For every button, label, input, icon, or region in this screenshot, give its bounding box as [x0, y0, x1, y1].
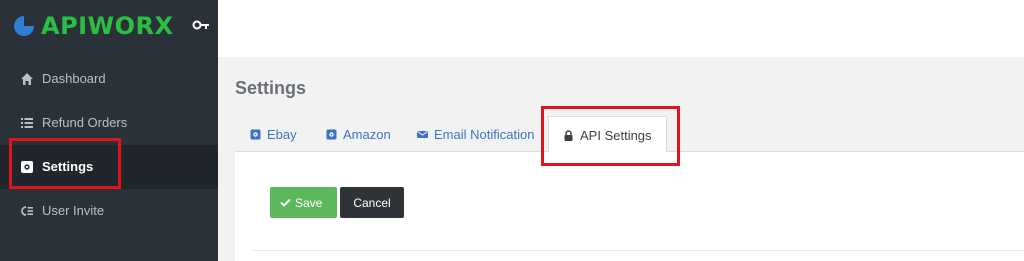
api-settings-panel: Save Cancel [235, 152, 1024, 261]
cancel-button-label: Cancel [353, 195, 391, 210]
sidebar-item-label: Dashboard [42, 71, 106, 86]
api-settings-highlight-box [541, 106, 680, 166]
brand-logo[interactable]: APIWORX [13, 11, 173, 41]
logo-mark-icon [14, 16, 34, 36]
cancel-button[interactable]: Cancel [340, 187, 404, 218]
sidebar-item-label: User Invite [42, 203, 105, 218]
save-button[interactable]: Save [270, 187, 337, 218]
sidebar-item-user-invite[interactable]: User Invite [0, 189, 218, 233]
tab-label: Email Notification [434, 126, 535, 142]
user-invite-icon [21, 206, 33, 216]
tab-email-notification[interactable]: Email Notification [417, 116, 534, 152]
top-bar [218, 0, 1024, 57]
envelope-icon [417, 130, 428, 138]
tab-label: Amazon [343, 126, 391, 142]
save-button-label: Save [295, 195, 323, 210]
brand-name: APIWORX [41, 12, 174, 40]
sidebar-item-label: Refund Orders [42, 115, 128, 130]
check-icon [280, 198, 291, 207]
home-icon [21, 73, 33, 85]
gear-icon [326, 129, 337, 139]
tab-amazon[interactable]: Amazon [326, 116, 391, 152]
settings-highlight-box [9, 138, 121, 189]
sidebar-item-dashboard[interactable]: Dashboard [0, 57, 218, 101]
divider [253, 250, 1024, 251]
gear-icon [250, 129, 261, 139]
tab-ebay[interactable]: Ebay [250, 116, 297, 152]
list-icon [21, 118, 33, 128]
key-icon[interactable] [192, 18, 210, 32]
page-title: Settings [235, 78, 307, 98]
sidebar: APIWORX Dashboard Refund Orders Settings… [0, 0, 218, 261]
tab-label: Ebay [267, 126, 297, 142]
